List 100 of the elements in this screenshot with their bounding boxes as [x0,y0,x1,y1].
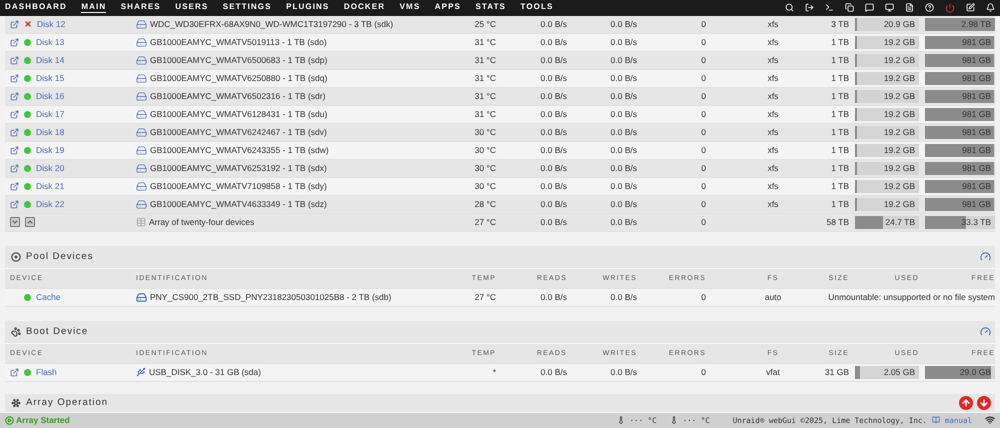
device-link[interactable]: Disk 18 [36,127,64,137]
terminal-icon[interactable] [825,3,834,12]
book-icon [932,416,940,424]
external-link-icon[interactable] [10,128,19,136]
nav-tab[interactable]: USERS [175,2,208,14]
drive-icon [136,126,147,138]
section-title: Pool Devices [26,251,94,262]
nav-tab[interactable]: STATS [475,2,506,14]
device-link[interactable]: Disk 17 [36,109,64,119]
copy-icon[interactable] [845,3,854,12]
nav-tab[interactable]: SHARES [120,2,161,14]
external-link-icon[interactable] [10,146,19,154]
errors-cell-text: 0 [700,19,706,29]
fs-cell-text: auto [764,292,782,302]
usage-text: 981 GB [961,126,992,138]
play-icon [5,416,14,425]
file-icon[interactable] [905,3,914,12]
usage-text: 19.2 GB [882,72,916,84]
edit-icon[interactable] [966,3,975,12]
bell-icon[interactable] [986,3,995,12]
nav-tab[interactable]: DASHBOARD [5,2,67,14]
size-cell-text: 3 TB [830,19,849,29]
nav-tab[interactable]: MAIN [81,2,106,14]
monitor-icon[interactable] [885,3,894,12]
size-cell-text: 1 TB [830,181,849,191]
expand-button[interactable] [25,217,35,227]
device-link[interactable]: Flash [36,367,57,377]
size-cell-text: 58 TB [825,217,849,227]
nav-tab[interactable]: TOOLS [520,2,554,14]
identification-text: GB1000EAMYC_WMATV6250880 - 1 TB (sdq) [150,73,328,83]
scroll-down-button[interactable] [977,396,991,410]
size-cell-text: 1 TB [830,199,849,209]
external-link-icon[interactable] [10,56,19,64]
reads-cell-text: 0.0 B/s [540,181,567,191]
external-link-icon[interactable] [10,92,19,100]
message-icon[interactable] [865,3,874,12]
external-link-icon[interactable] [10,368,19,376]
nav-tab[interactable]: SETTINGS [222,2,272,14]
status-message: Unmountable: unsupported or no file system [827,292,995,302]
external-link-icon[interactable] [10,182,19,190]
device-link[interactable]: Disk 19 [36,145,64,155]
disc-icon [11,252,21,262]
temp-cell-text: 25 °C [474,19,496,29]
drive-icon [136,198,147,210]
device-link[interactable]: Cache [36,292,61,302]
device-link[interactable]: Disk 14 [36,55,64,65]
external-link-icon[interactable] [10,110,19,118]
collapse-button[interactable] [10,217,20,227]
device-link[interactable]: Disk 20 [36,163,64,173]
device-link[interactable]: Disk 21 [36,181,64,191]
temp-cell-text: 27 °C [474,217,496,227]
reads-cell-text: 0.0 B/s [540,19,567,29]
writes-cell-text: 0.0 B/s [610,91,637,101]
scroll-up-button[interactable] [959,396,973,410]
device-link[interactable]: Disk 22 [36,199,64,209]
device-link[interactable]: Disk 15 [36,73,64,83]
gauge-icon[interactable] [980,326,991,337]
help-icon[interactable] [925,3,934,12]
temp-cell-text: 27 °C [474,292,496,302]
fs-cell-text: xfs [766,181,780,191]
usage-text: 981 GB [961,108,992,120]
external-link-icon[interactable] [10,164,19,172]
size-cell-text: 1 TB [830,91,849,101]
usage-text: 981 GB [961,90,992,102]
external-link-icon[interactable] [10,200,19,208]
drive-icon [136,72,147,84]
nav-tab[interactable]: VMS [400,2,420,14]
usage-text: 19.2 GB [882,198,916,210]
gauge-icon[interactable] [980,251,991,262]
identification-text: GB1000EAMYC_WMATV6243355 - 1 TB (sdw) [150,145,329,155]
drive-icon [136,18,147,30]
device-link[interactable]: Disk 13 [36,37,64,47]
nav-tab[interactable]: PLUGINS [286,2,330,14]
device-link[interactable]: Disk 12 [37,19,66,29]
identification-text: GB1000EAMYC_WMATV6242467 - 1 TB (sdv) [150,127,327,137]
drive-icon [136,90,147,102]
nav-tab[interactable]: DOCKER [344,2,386,14]
writes-cell-text: 0.0 B/s [610,73,637,83]
reads-cell-text: 0.0 B/s [540,145,567,155]
search-icon[interactable] [785,3,794,12]
drive-icon [136,144,147,156]
fs-cell-text: xfs [766,199,780,209]
usage-text: 2.05 GB [882,366,916,378]
size-cell-text: 1 TB [830,37,849,47]
temp-cell-text: 31 °C [474,91,496,101]
device-link[interactable]: Disk 16 [36,91,64,101]
usage-text: 981 GB [961,54,992,66]
size-cell-text: 31 GB [824,367,849,377]
nav-tab[interactable]: APPS [434,2,461,14]
writes-cell-text: 0.0 B/s [610,55,637,65]
reads-cell-text: 0.0 B/s [540,91,567,101]
external-link-icon[interactable] [10,74,19,82]
drive-icon [136,54,147,66]
paw-icon [11,326,21,336]
usage-text: 981 GB [961,180,992,192]
external-link-icon[interactable] [10,20,19,28]
external-link-icon[interactable] [10,38,19,46]
logout-icon[interactable] [805,3,814,12]
usage-text: 2.98 TB [960,18,992,30]
power-icon[interactable] [945,2,955,13]
